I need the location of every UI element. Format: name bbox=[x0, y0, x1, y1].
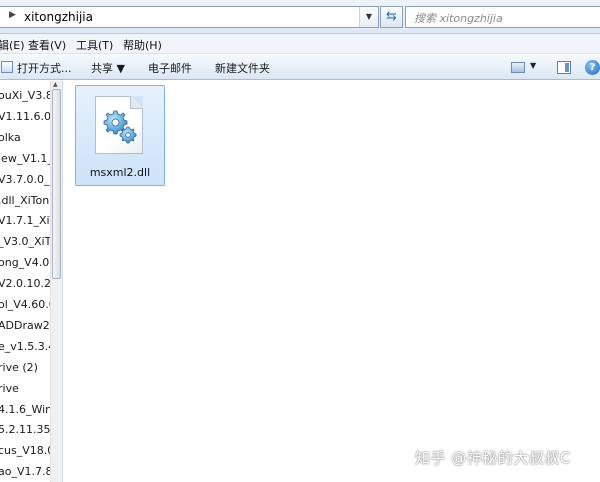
refresh-button[interactable]: ⇆ bbox=[380, 6, 403, 28]
email-button[interactable]: 电子邮件 bbox=[148, 60, 192, 76]
preview-pane-icon[interactable] bbox=[557, 61, 571, 74]
file-item[interactable]: msxml2.dll bbox=[75, 85, 165, 186]
nav-item[interactable]: rive bbox=[0, 379, 19, 399]
nav-item[interactable]: 4.1.6_Win bbox=[0, 400, 52, 420]
view-dropdown-icon[interactable]: ▼ bbox=[530, 61, 536, 70]
nav-scrollbar[interactable]: ▲ bbox=[50, 81, 62, 482]
search-input[interactable]: 搜索 xitongzhijia bbox=[405, 6, 600, 28]
watermark: 知乎 @神秘的大叔叔C bbox=[415, 449, 571, 467]
search-placeholder: 搜索 xitongzhijia bbox=[414, 12, 503, 25]
nav-item[interactable]: V3.7.0.0_X bbox=[0, 170, 57, 190]
scroll-up-icon[interactable]: ▲ bbox=[53, 81, 58, 88]
navigation-pane: ao_V1.7.8. cus_V18.0 5.2.11.354 4.1.6_Win ri… bbox=[0, 81, 63, 482]
menu-view[interactable]: 查看(V) bbox=[28, 37, 66, 53]
open-with-icon bbox=[1, 61, 13, 73]
share-button[interactable]: 共享 ▼ bbox=[91, 60, 125, 76]
menu-bar: 编辑(E) 查看(V) 工具(T) 帮助(H) bbox=[0, 34, 600, 54]
menu-tools[interactable]: 工具(T) bbox=[76, 37, 113, 53]
address-dropdown-button[interactable]: ▼ bbox=[359, 7, 378, 27]
gear-icon bbox=[103, 110, 137, 144]
menu-help[interactable]: 帮助(H) bbox=[123, 37, 162, 53]
address-bar-row: ▶ xitongzhijia ▼ ⇆ 搜索 xitongzhijia bbox=[0, 0, 600, 34]
breadcrumb-chevron-icon[interactable]: ▶ bbox=[9, 10, 16, 20]
breadcrumb-current-folder[interactable]: xitongzhijia bbox=[24, 10, 93, 24]
nav-item[interactable]: ong_V4.0. bbox=[0, 253, 53, 273]
nav-item[interactable]: ol_V4.60.0 bbox=[0, 295, 56, 315]
nav-item[interactable]: olka bbox=[0, 128, 21, 148]
new-folder-button[interactable]: 新建文件夹 bbox=[215, 60, 270, 76]
nav-item[interactable]: ao_V1.7.8. bbox=[0, 462, 56, 482]
nav-item[interactable]: rive (2) bbox=[0, 358, 38, 378]
nav-scrollbar-thumb[interactable] bbox=[52, 89, 61, 279]
menu-edit[interactable]: 编辑(E) bbox=[0, 37, 25, 53]
nav-item[interactable]: e_v1.5.3.4 bbox=[0, 337, 55, 357]
nav-item[interactable]: ADDraw20 bbox=[0, 316, 57, 336]
command-bar: 打开方式... 共享 ▼ 电子邮件 新建文件夹 ▼ ? bbox=[0, 55, 600, 80]
refresh-icon: ⇆ bbox=[386, 9, 397, 24]
nav-item[interactable]: 5.2.11.354 bbox=[0, 420, 57, 440]
address-bar[interactable]: ▶ xitongzhijia ▼ bbox=[0, 6, 379, 28]
file-name: msxml2.dll bbox=[89, 166, 151, 179]
nav-item[interactable]: cus_V18.0 bbox=[0, 441, 54, 461]
nav-item[interactable]: .dll_XiTon bbox=[0, 191, 49, 211]
open-with-button[interactable]: 打开方式... bbox=[17, 60, 72, 76]
nav-item[interactable]: _V3.0_XiTo bbox=[0, 232, 56, 252]
file-list-area: msxml2.dll bbox=[64, 81, 600, 482]
nav-item[interactable]: V1.7.1_XiT bbox=[0, 211, 56, 231]
help-icon[interactable]: ? bbox=[585, 60, 600, 75]
dll-file-icon bbox=[95, 96, 143, 154]
change-view-icon[interactable] bbox=[511, 62, 525, 73]
